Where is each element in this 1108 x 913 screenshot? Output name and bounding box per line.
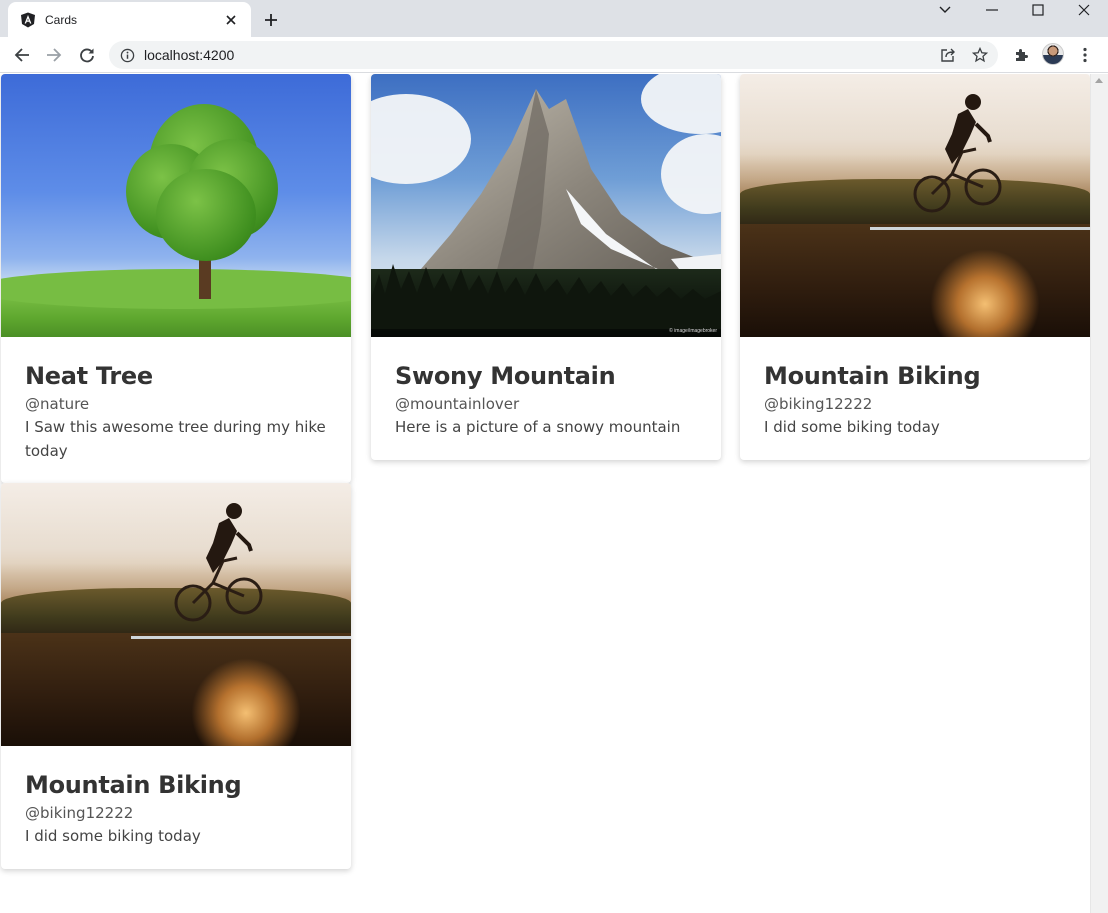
- card-mountain-biking: Mountain Biking @biking12222 I did some …: [1, 483, 351, 869]
- tab-title: Cards: [45, 12, 78, 27]
- tab-strip: Cards: [0, 0, 1108, 37]
- profile-avatar[interactable]: [1042, 43, 1064, 65]
- tree-photo: [1, 74, 351, 337]
- new-tab-icon[interactable]: [260, 9, 282, 31]
- tab-search-icon[interactable]: [922, 0, 968, 20]
- card-handle: @biking12222: [25, 804, 134, 822]
- reload-icon[interactable]: [73, 41, 101, 69]
- address-bar[interactable]: localhost:4200: [109, 41, 998, 69]
- maximize-icon[interactable]: [1015, 0, 1061, 20]
- mountain-biker-photo: [740, 74, 1090, 337]
- site-info-icon[interactable]: [120, 48, 135, 63]
- close-tab-icon[interactable]: [223, 12, 239, 28]
- bookmark-star-icon[interactable]: [972, 47, 988, 63]
- card-text: I did some biking today: [764, 418, 940, 436]
- vertical-scrollbar[interactable]: [1090, 74, 1108, 913]
- mountain-photo: © image/imagebroker: [371, 74, 721, 337]
- menu-kebab-icon[interactable]: [1071, 41, 1099, 69]
- card-mountain-biking: Mountain Biking @biking12222 I did some …: [740, 74, 1090, 460]
- scroll-up-arrow-icon[interactable]: [1095, 78, 1103, 83]
- card-title: Mountain Biking: [764, 362, 981, 390]
- card-title: Swony Mountain: [395, 362, 616, 390]
- share-icon[interactable]: [940, 47, 956, 63]
- extensions-puzzle-icon[interactable]: [1007, 41, 1035, 69]
- card-title: Neat Tree: [25, 362, 153, 390]
- mountain-biker-photo: [1, 483, 351, 746]
- page-viewport: Neat Tree @nature I Saw this awesome tre…: [0, 74, 1090, 913]
- card-handle: @biking12222: [764, 395, 873, 413]
- card-text: Here is a picture of a snowy mountain: [395, 418, 681, 436]
- url-text: localhost:4200: [144, 47, 235, 63]
- card-text: I Saw this awesome tree during my hike t…: [25, 418, 326, 460]
- forward-arrow-icon[interactable]: [40, 41, 68, 69]
- angular-logo-icon: [20, 12, 36, 28]
- back-arrow-icon[interactable]: [8, 41, 36, 69]
- card-neat-tree: Neat Tree @nature I Saw this awesome tre…: [1, 74, 351, 483]
- minimize-icon[interactable]: [969, 0, 1015, 20]
- card-swony-mountain: © image/imagebroker Swony Mountain @moun…: [371, 74, 721, 460]
- browser-tab[interactable]: Cards: [8, 2, 251, 37]
- card-handle: @nature: [25, 395, 90, 413]
- card-title: Mountain Biking: [25, 771, 242, 799]
- close-window-icon[interactable]: [1061, 0, 1107, 20]
- browser-toolbar: localhost:4200: [0, 37, 1108, 73]
- card-handle: @mountainlover: [395, 395, 520, 413]
- card-text: I did some biking today: [25, 827, 201, 845]
